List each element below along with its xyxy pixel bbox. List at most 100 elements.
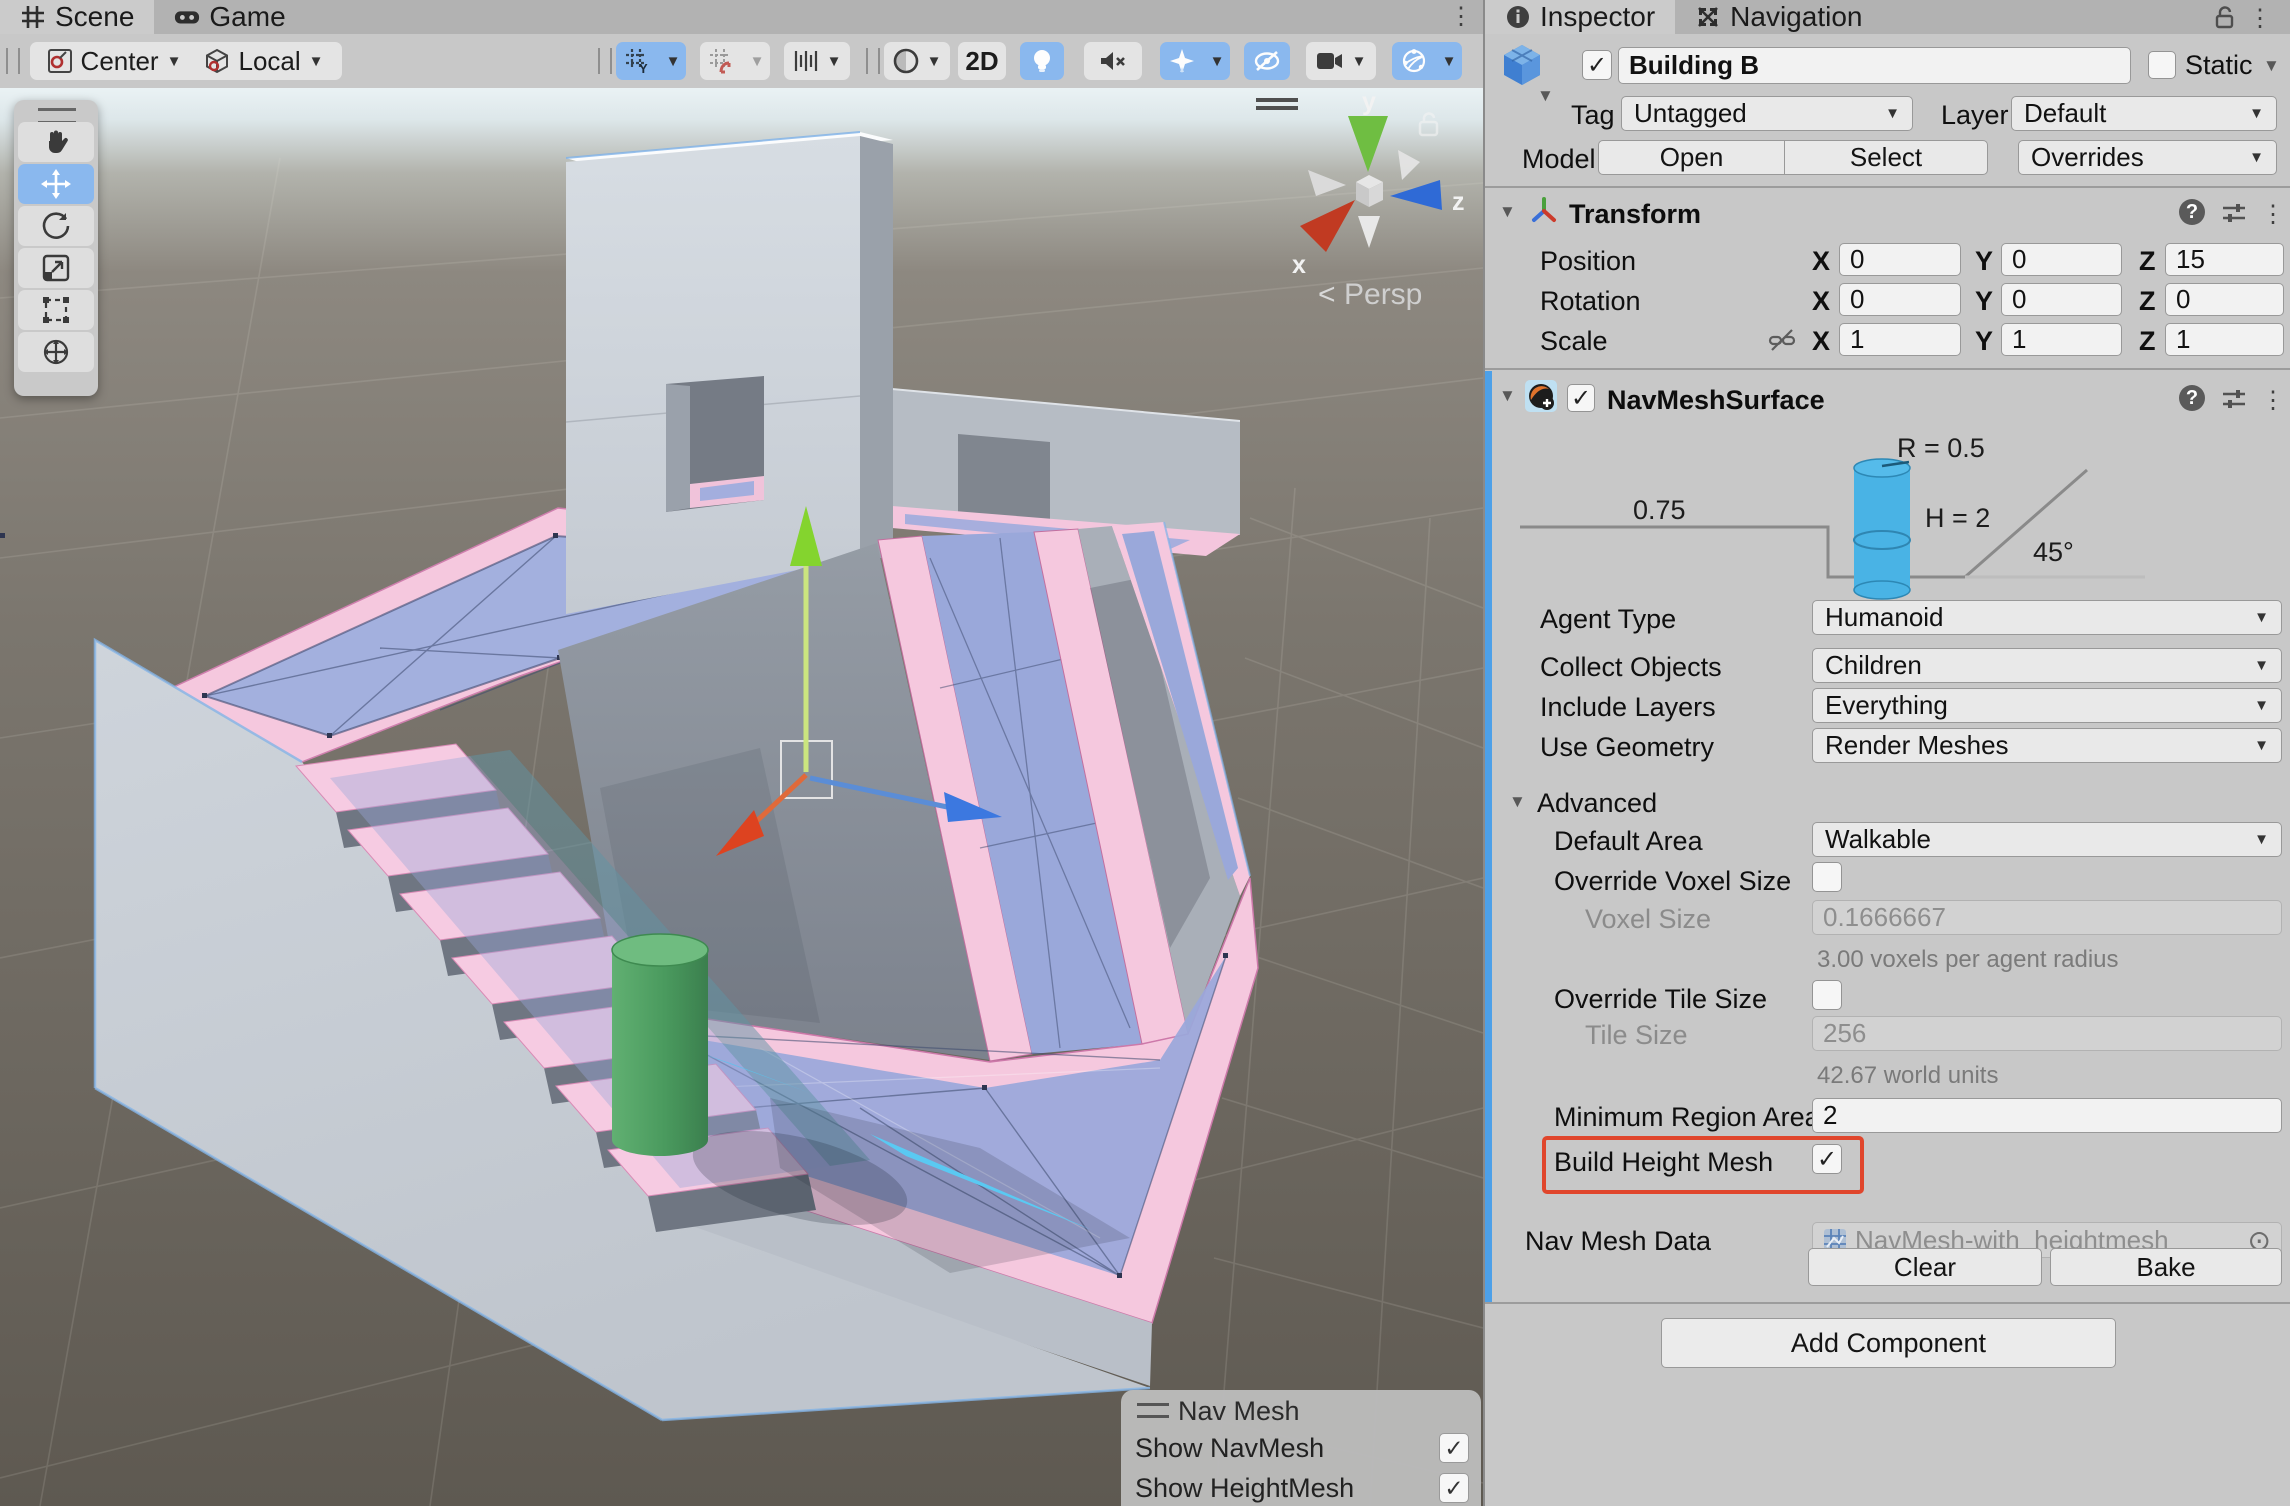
chevron-down-icon: ▼ [2254, 657, 2269, 674]
advanced-foldout-label[interactable]: Advanced [1537, 788, 1657, 819]
view-hand-tool[interactable] [18, 122, 94, 162]
static-checkbox[interactable] [2148, 51, 2176, 79]
navmesh-display-overlay: Nav Mesh Show NavMesh Show HeightMesh [1121, 1390, 1481, 1506]
rotate-tool[interactable] [18, 206, 94, 246]
snap-toggle[interactable] [700, 42, 744, 80]
tab-inspector-label: Inspector [1540, 1, 1655, 33]
gizmos-dropdown[interactable]: ▼ [1436, 42, 1462, 80]
bake-button[interactable]: Bake [2050, 1248, 2282, 1286]
divider [1485, 186, 2290, 188]
gizmos-toggle[interactable] [1392, 42, 1436, 80]
chevron-down-icon[interactable]: ▼ [2263, 56, 2280, 76]
agent-radius-label: R = 0.5 [1897, 433, 1985, 463]
axis-y-label: Y [1975, 286, 1993, 317]
agent-type-dropdown[interactable]: Humanoid▼ [1812, 600, 2282, 635]
chevron-down-icon[interactable]: ▼ [1537, 86, 1554, 106]
clear-button[interactable]: Clear [1808, 1248, 2042, 1286]
transform-tool[interactable] [18, 332, 94, 372]
use-geometry-dropdown[interactable]: Render Meshes▼ [1812, 728, 2282, 763]
presets-icon[interactable] [2221, 386, 2247, 412]
component-enabled-checkbox[interactable] [1567, 384, 1595, 412]
presets-icon[interactable] [2221, 200, 2247, 226]
tile-size-label: Tile Size [1585, 1020, 1688, 1051]
tab-inspector[interactable]: Inspector [1485, 0, 1675, 34]
scale-z-field[interactable]: 1 [2165, 323, 2284, 356]
effects-dropdown[interactable]: ▼ [1204, 42, 1230, 80]
grid-visibility-dropdown[interactable]: ▼ [660, 42, 686, 80]
lighting-toggle[interactable] [1020, 42, 1064, 80]
layer-dropdown[interactable]: Default▼ [2011, 96, 2277, 131]
help-icon[interactable]: ? [2179, 199, 2205, 225]
snap-dropdown[interactable]: ▼ [744, 42, 770, 80]
scene-viewport[interactable]: y x z < Persp [0, 88, 1483, 1506]
foldout-arrow-icon[interactable]: ▼ [1499, 202, 1516, 222]
override-voxel-size-checkbox[interactable] [1812, 862, 1842, 892]
tab-game[interactable]: Game [154, 0, 305, 34]
build-height-mesh-checkbox[interactable] [1812, 1144, 1842, 1174]
snap-increment-button[interactable]: ▼ [784, 42, 850, 80]
move-tool[interactable] [18, 164, 94, 204]
tab-navigation[interactable]: Navigation [1675, 0, 1882, 34]
overlay-drag-handle[interactable] [1137, 1403, 1169, 1418]
link-broken-icon[interactable] [1768, 326, 1796, 354]
position-y-field[interactable]: 0 [2001, 243, 2122, 276]
shading-mode-button[interactable]: ▼ [884, 42, 950, 80]
prefab-cube-icon[interactable] [1499, 42, 1545, 88]
override-tile-size-checkbox[interactable] [1812, 980, 1842, 1010]
ruler-icon [793, 49, 819, 73]
doorway-jamb [666, 384, 690, 512]
collect-objects-dropdown[interactable]: Children▼ [1812, 648, 2282, 683]
projection-label[interactable]: Persp [1344, 278, 1422, 311]
rotation-z-field[interactable]: 0 [2165, 283, 2284, 316]
help-icon[interactable]: ? [2179, 385, 2205, 411]
scene-toolbar: Center ▼ Local ▼ Y ▼ ▼ ▼ [0, 34, 1483, 89]
chevron-down-icon: ▼ [1442, 53, 1457, 70]
lock-icon[interactable] [2214, 6, 2236, 30]
position-x-field[interactable]: 0 [1839, 243, 1961, 276]
scene-tab-menu-icon[interactable]: ⋮ [1449, 0, 1473, 34]
axis-z-label: Z [2139, 326, 2156, 357]
foldout-arrow-icon[interactable]: ▼ [1509, 792, 1526, 812]
foldout-arrow-icon[interactable]: ▼ [1499, 386, 1516, 406]
hidden-objects-toggle[interactable] [1244, 42, 1290, 80]
add-component-button[interactable]: Add Component [1661, 1318, 2116, 1368]
navmeshsurface-title[interactable]: NavMeshSurface [1607, 385, 1825, 416]
default-area-dropdown[interactable]: Walkable▼ [1812, 822, 2282, 857]
effects-toggle[interactable] [1160, 42, 1204, 80]
model-select-button[interactable]: Select [1784, 140, 1988, 175]
component-menu-icon[interactable]: ⋮ [2261, 384, 2285, 418]
toolbar-drag-handle[interactable] [598, 48, 612, 74]
include-layers-dropdown[interactable]: Everything▼ [1812, 688, 2282, 723]
2d-toggle[interactable]: 2D [958, 42, 1006, 80]
orientation-button[interactable]: Local ▼ [186, 42, 342, 80]
toolbar-drag-handle[interactable] [866, 48, 880, 74]
audio-mute-toggle[interactable] [1084, 42, 1142, 80]
show-heightmesh-checkbox[interactable] [1439, 1473, 1469, 1503]
use-geometry-label: Use Geometry [1540, 732, 1714, 763]
camera-settings-button[interactable]: ▼ [1306, 42, 1376, 80]
tab-scene[interactable]: Scene [0, 0, 154, 34]
cylinder-obstacle[interactable] [612, 934, 708, 1156]
tag-dropdown[interactable]: Untagged▼ [1621, 96, 1913, 131]
position-z-field[interactable]: 15 [2165, 243, 2284, 276]
model-open-button[interactable]: Open [1598, 140, 1785, 175]
rotation-x-field[interactable]: 0 [1839, 283, 1961, 316]
gameobject-enabled-checkbox[interactable] [1582, 50, 1612, 80]
grid-visibility-toggle[interactable]: Y [616, 42, 660, 80]
component-menu-icon[interactable]: ⋮ [2261, 198, 2285, 232]
scale-tool[interactable] [18, 248, 94, 288]
rotation-y-field[interactable]: 0 [2001, 283, 2122, 316]
rect-tool[interactable] [18, 290, 94, 330]
gizmo-globe-icon [1401, 48, 1427, 74]
scale-y-field[interactable]: 1 [2001, 323, 2122, 356]
axis-y-label: Y [1975, 246, 1993, 277]
overrides-dropdown[interactable]: Overrides▼ [2018, 140, 2277, 175]
transform-title[interactable]: Transform [1569, 199, 1701, 230]
toolbar-drag-handle[interactable] [6, 48, 20, 74]
gameobject-name-field[interactable]: Building B [1618, 47, 2131, 84]
inspector-menu-icon[interactable]: ⋮ [2248, 2, 2272, 36]
show-navmesh-checkbox[interactable] [1439, 1433, 1469, 1463]
scale-x-field[interactable]: 1 [1839, 323, 1961, 356]
minimum-region-area-field[interactable]: 2 [1812, 1098, 2282, 1133]
pivot-mode-button[interactable]: Center ▼ [30, 42, 198, 80]
